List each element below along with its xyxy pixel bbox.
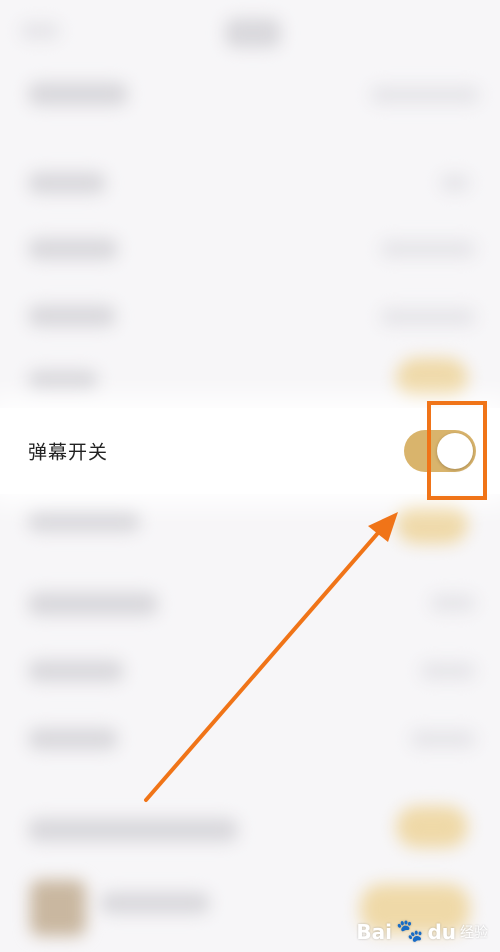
baidu-watermark: Bai 🐾 du 经验 [356, 919, 488, 944]
highlight-box [427, 401, 487, 500]
watermark-brand2: du [427, 919, 456, 944]
danmaku-switch-label: 弹幕开关 [28, 441, 109, 464]
watermark-sub: 经验 [460, 924, 488, 941]
paw-icon: 🐾 [396, 919, 424, 944]
watermark-brand: Bai [356, 919, 393, 944]
